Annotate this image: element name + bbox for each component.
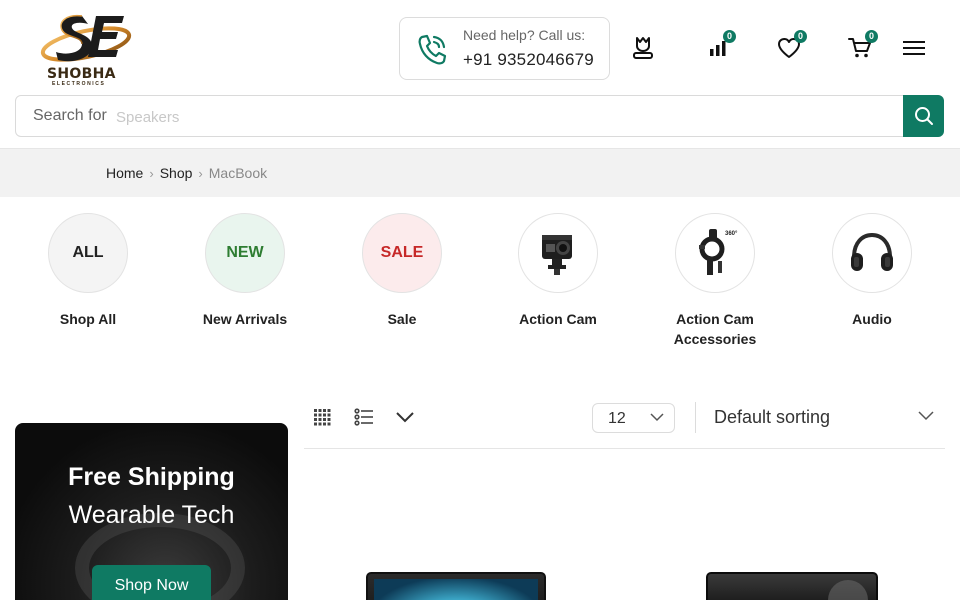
product-image-macbook-air[interactable] bbox=[366, 572, 546, 600]
wishlist-button[interactable]: 0 bbox=[774, 30, 807, 63]
search-button[interactable] bbox=[903, 95, 944, 137]
category-label: Shop All bbox=[59, 311, 117, 327]
chevron-right-icon: › bbox=[198, 165, 203, 181]
help-phone-number[interactable]: +91 9352046679 bbox=[463, 50, 594, 70]
breadcrumb: Home › Shop › MacBook bbox=[106, 165, 267, 181]
product-image-macbook-pro[interactable] bbox=[706, 572, 878, 600]
compare-button[interactable]: 0 bbox=[703, 30, 736, 63]
account-button[interactable] bbox=[628, 33, 658, 63]
shobha-logo-mark bbox=[40, 14, 132, 62]
chevron-down-icon bbox=[918, 411, 934, 421]
hamburger-menu-icon bbox=[903, 41, 925, 55]
search-input[interactable] bbox=[116, 106, 816, 128]
promo-banner: Free Shipping Wearable Tech Shop Now bbox=[15, 423, 288, 600]
per-page-select[interactable]: 12 bbox=[592, 403, 675, 433]
chevron-down-icon bbox=[396, 412, 414, 423]
site-header: SHOBHA ELECTRONICS Need help? Call us: +… bbox=[0, 0, 960, 95]
category-circle: SALE bbox=[362, 213, 442, 293]
cart-button[interactable]: 0 bbox=[845, 30, 878, 63]
promo-subtitle: Wearable Tech bbox=[68, 501, 235, 529]
help-label: Need help? Call us: bbox=[463, 27, 586, 43]
headphones-icon bbox=[851, 232, 893, 271]
phone-call-icon bbox=[418, 34, 447, 65]
wishlist-count-badge: 0 bbox=[794, 30, 807, 43]
chevron-down-icon bbox=[650, 413, 664, 422]
category-circle: ALL bbox=[48, 213, 128, 293]
shop-now-button[interactable]: Shop Now bbox=[92, 565, 211, 600]
search-icon bbox=[914, 107, 933, 125]
action-camera-icon bbox=[542, 235, 572, 275]
product-screen-wallpaper bbox=[374, 579, 538, 600]
list-view-icon bbox=[354, 408, 373, 426]
grid-view-icon bbox=[314, 409, 331, 426]
breadcrumb-shop[interactable]: Shop bbox=[160, 165, 193, 181]
search-bar: Search for bbox=[15, 95, 944, 137]
category-action-cam[interactable]: Action Cam bbox=[488, 213, 628, 329]
grid-view-button[interactable] bbox=[309, 404, 335, 430]
compare-count-badge: 0 bbox=[723, 30, 736, 43]
toolbar-divider-line bbox=[304, 448, 945, 449]
breadcrumb-home[interactable]: Home bbox=[106, 165, 143, 181]
product-screen-highlight bbox=[828, 580, 868, 600]
brand-tagline: ELECTRONICS bbox=[52, 81, 106, 87]
filter-toggle-button[interactable] bbox=[392, 404, 418, 430]
category-label: Action Cam bbox=[519, 311, 597, 327]
category-shop-all[interactable]: ALL Shop All bbox=[18, 213, 158, 329]
category-circle bbox=[832, 213, 912, 293]
category-audio[interactable]: Audio bbox=[802, 213, 942, 329]
camera-mount-icon: 360° bbox=[699, 229, 738, 275]
category-new-arrivals[interactable]: NEW New Arrivals bbox=[175, 213, 315, 329]
per-page-value: 12 bbox=[608, 410, 626, 427]
brand-name: SHOBHA bbox=[47, 66, 116, 82]
help-contact-box[interactable]: Need help? Call us: +91 9352046679 bbox=[399, 17, 610, 80]
category-label: Sale bbox=[387, 311, 417, 327]
breadcrumb-bar: Home › Shop › MacBook bbox=[0, 148, 960, 197]
search-label: Search for bbox=[33, 107, 107, 124]
account-icon bbox=[633, 37, 653, 59]
toolbar-divider bbox=[695, 402, 696, 433]
category-circle bbox=[518, 213, 598, 293]
category-circle: NEW bbox=[205, 213, 285, 293]
svg-text:360°: 360° bbox=[725, 231, 738, 237]
promo-title: Free Shipping bbox=[68, 463, 235, 491]
category-label: New Arrivals bbox=[202, 311, 288, 327]
chevron-right-icon: › bbox=[149, 165, 154, 181]
cart-count-badge: 0 bbox=[865, 30, 878, 43]
brand-logo[interactable]: SHOBHA ELECTRONICS bbox=[38, 10, 134, 88]
breadcrumb-current: MacBook bbox=[208, 165, 268, 181]
category-label: Action Cam Accessories bbox=[673, 311, 757, 347]
list-view-button[interactable] bbox=[351, 404, 377, 430]
category-action-cam-accessories[interactable]: 360° Action Cam Accessories bbox=[645, 213, 785, 349]
category-sale[interactable]: SALE Sale bbox=[332, 213, 472, 329]
sorting-select[interactable]: Default sorting bbox=[714, 407, 936, 428]
category-circle: 360° bbox=[675, 213, 755, 293]
menu-button[interactable] bbox=[899, 33, 929, 63]
category-label: Audio bbox=[852, 311, 892, 327]
sorting-value: Default sorting bbox=[714, 407, 831, 427]
